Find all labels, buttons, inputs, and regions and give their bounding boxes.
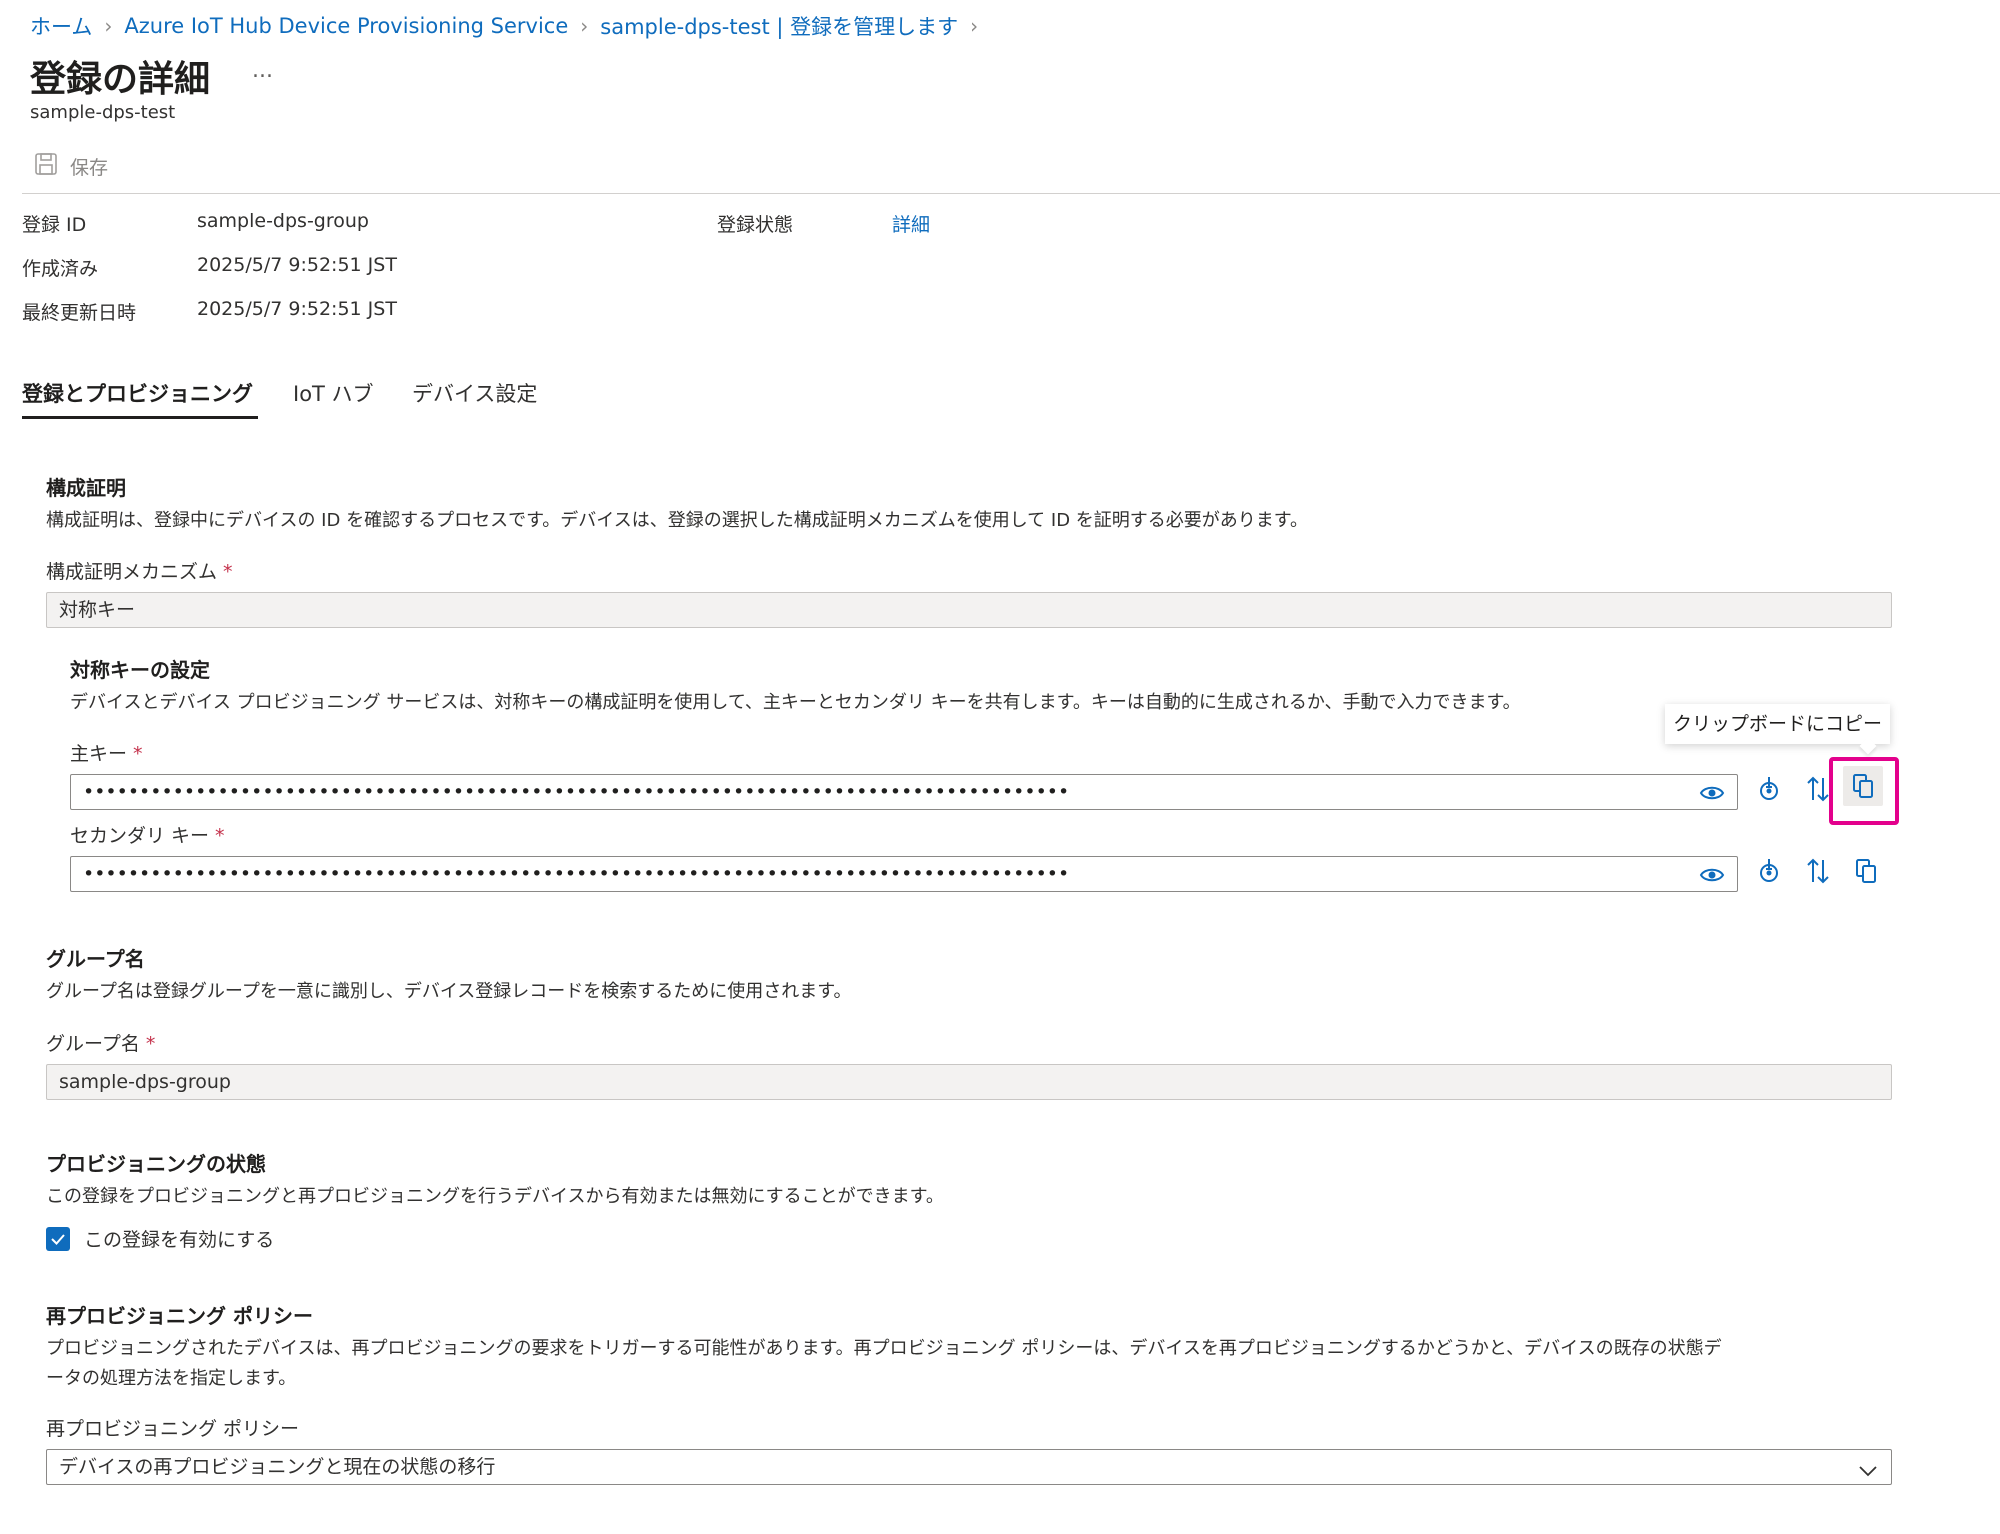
- more-options-button[interactable]: ...: [252, 58, 273, 83]
- swap-arrows-icon: [1807, 776, 1829, 802]
- save-label: 保存: [70, 156, 109, 179]
- show-primary-key-eye-icon[interactable]: [1699, 781, 1725, 809]
- copy-primary-key-button[interactable]: [1843, 766, 1883, 806]
- symmetric-key-title: 対称キーの設定: [70, 658, 210, 682]
- required-indicator: *: [133, 743, 143, 765]
- attestation-mechanism-label-text: 構成証明メカニズム: [46, 561, 218, 583]
- regenerate-primary-key-button[interactable]: [1749, 769, 1789, 809]
- reprovision-description-line1: プロビジョニングされたデバイスは、再プロビジョニングの要求をトリガーする可能性が…: [46, 1338, 1722, 1359]
- group-description: グループ名は登録グループを一意に識別し、デバイス登録レコードを検索するために使用…: [46, 981, 852, 1002]
- attestation-mechanism-field: 対称キー: [46, 592, 1892, 628]
- group-name-field: sample-dps-group: [46, 1064, 1892, 1100]
- tab-iot-hub[interactable]: IoT ハブ: [293, 378, 374, 408]
- primary-key-input[interactable]: ••••••••••••••••••••••••••••••••••••••••…: [70, 774, 1738, 810]
- provisioning-description: この登録をプロビジョニングと再プロビジョニングを行うデバイスから有効または無効に…: [46, 1186, 944, 1207]
- tab-enrollment-provisioning[interactable]: 登録とプロビジョニング: [22, 378, 253, 408]
- registration-id-label: 登録 ID: [22, 214, 87, 236]
- breadcrumb-manage-enrollments[interactable]: sample-dps-test | 登録を管理します: [600, 11, 958, 41]
- tab-active-indicator: [22, 416, 258, 419]
- breadcrumb-home[interactable]: ホーム: [30, 11, 92, 41]
- secondary-key-label: セカンダリ キー *: [70, 821, 225, 848]
- reprovision-policy-label: 再プロビジョニング ポリシー: [46, 1418, 300, 1440]
- reprovision-title: 再プロビジョニング ポリシー: [46, 1304, 313, 1328]
- enable-enrollment-checkbox[interactable]: この登録を有効にする: [46, 1225, 274, 1252]
- swap-arrows-icon: [1807, 858, 1829, 884]
- page-subtitle: sample-dps-test: [30, 102, 176, 123]
- save-icon: [34, 152, 58, 180]
- copy-tooltip: クリップボードにコピー: [1665, 704, 1891, 744]
- breadcrumb-chevron-icon: ›: [970, 14, 979, 38]
- show-secondary-key-eye-icon[interactable]: [1699, 863, 1725, 891]
- provisioning-title: プロビジョニングの状態: [46, 1152, 266, 1176]
- attestation-mechanism-label: 構成証明メカニズム *: [46, 557, 233, 584]
- primary-key-label: 主キー *: [70, 739, 143, 766]
- breadcrumb-dps[interactable]: Azure IoT Hub Device Provisioning Servic…: [124, 14, 568, 38]
- page-title: 登録の詳細: [30, 59, 211, 100]
- symmetric-key-description: デバイスとデバイス プロビジョニング サービスは、対称キーの構成証明を使用して、…: [70, 692, 1521, 713]
- breadcrumb-chevron-icon: ›: [104, 14, 113, 38]
- created-label: 作成済み: [22, 258, 99, 280]
- toolbar-divider: [22, 193, 2000, 194]
- required-indicator: *: [215, 825, 225, 847]
- secondary-key-label-text: セカンダリ キー: [70, 825, 210, 847]
- secondary-key-input[interactable]: ••••••••••••••••••••••••••••••••••••••••…: [70, 856, 1738, 892]
- copy-secondary-key-button[interactable]: [1846, 851, 1886, 891]
- regenerate-key-icon: [1760, 777, 1778, 800]
- copy-icon: [1856, 859, 1876, 883]
- primary-key-label-text: 主キー: [70, 743, 128, 765]
- primary-key-value: ••••••••••••••••••••••••••••••••••••••••…: [83, 781, 1070, 803]
- tab-device-settings[interactable]: デバイス設定: [412, 378, 537, 408]
- reprovision-description-line2: ータの処理方法を指定します。: [46, 1368, 297, 1389]
- group-name-label: グループ名 *: [46, 1029, 155, 1056]
- regenerate-key-icon: [1760, 859, 1778, 882]
- reprovision-policy-selected: デバイスの再プロビジョニングと現在の状態の移行: [59, 1456, 496, 1478]
- swap-secondary-keys-button[interactable]: [1798, 851, 1838, 891]
- breadcrumb-chevron-icon: ›: [580, 14, 589, 38]
- chevron-down-icon: [1857, 1458, 1879, 1492]
- attestation-description: 構成証明は、登録中にデバイスの ID を確認するプロセスです。デバイスは、登録の…: [46, 510, 1308, 531]
- created-value: 2025/5/7 9:52:51 JST: [197, 254, 397, 276]
- attestation-title: 構成証明: [46, 476, 126, 500]
- enable-enrollment-label: この登録を有効にする: [84, 1229, 275, 1251]
- updated-value: 2025/5/7 9:52:51 JST: [197, 298, 397, 320]
- regenerate-secondary-key-button[interactable]: [1749, 851, 1789, 891]
- copy-icon: [1853, 774, 1873, 798]
- secondary-key-value: ••••••••••••••••••••••••••••••••••••••••…: [83, 863, 1070, 885]
- save-button[interactable]: 保存: [34, 150, 108, 182]
- status-label: 登録状態: [717, 214, 794, 236]
- reprovision-policy-dropdown[interactable]: デバイスの再プロビジョニングと現在の状態の移行: [46, 1449, 1892, 1485]
- status-details-link[interactable]: 詳細: [892, 210, 930, 237]
- checkbox-checked-icon: [46, 1226, 70, 1251]
- required-indicator: *: [223, 561, 233, 583]
- group-title: グループ名: [46, 947, 145, 971]
- group-name-label-text: グループ名: [46, 1033, 140, 1055]
- registration-id-value: sample-dps-group: [197, 210, 369, 232]
- required-indicator: *: [145, 1033, 156, 1055]
- updated-label: 最終更新日時: [22, 302, 137, 324]
- breadcrumb: ホーム › Azure IoT Hub Device Provisioning …: [30, 10, 978, 42]
